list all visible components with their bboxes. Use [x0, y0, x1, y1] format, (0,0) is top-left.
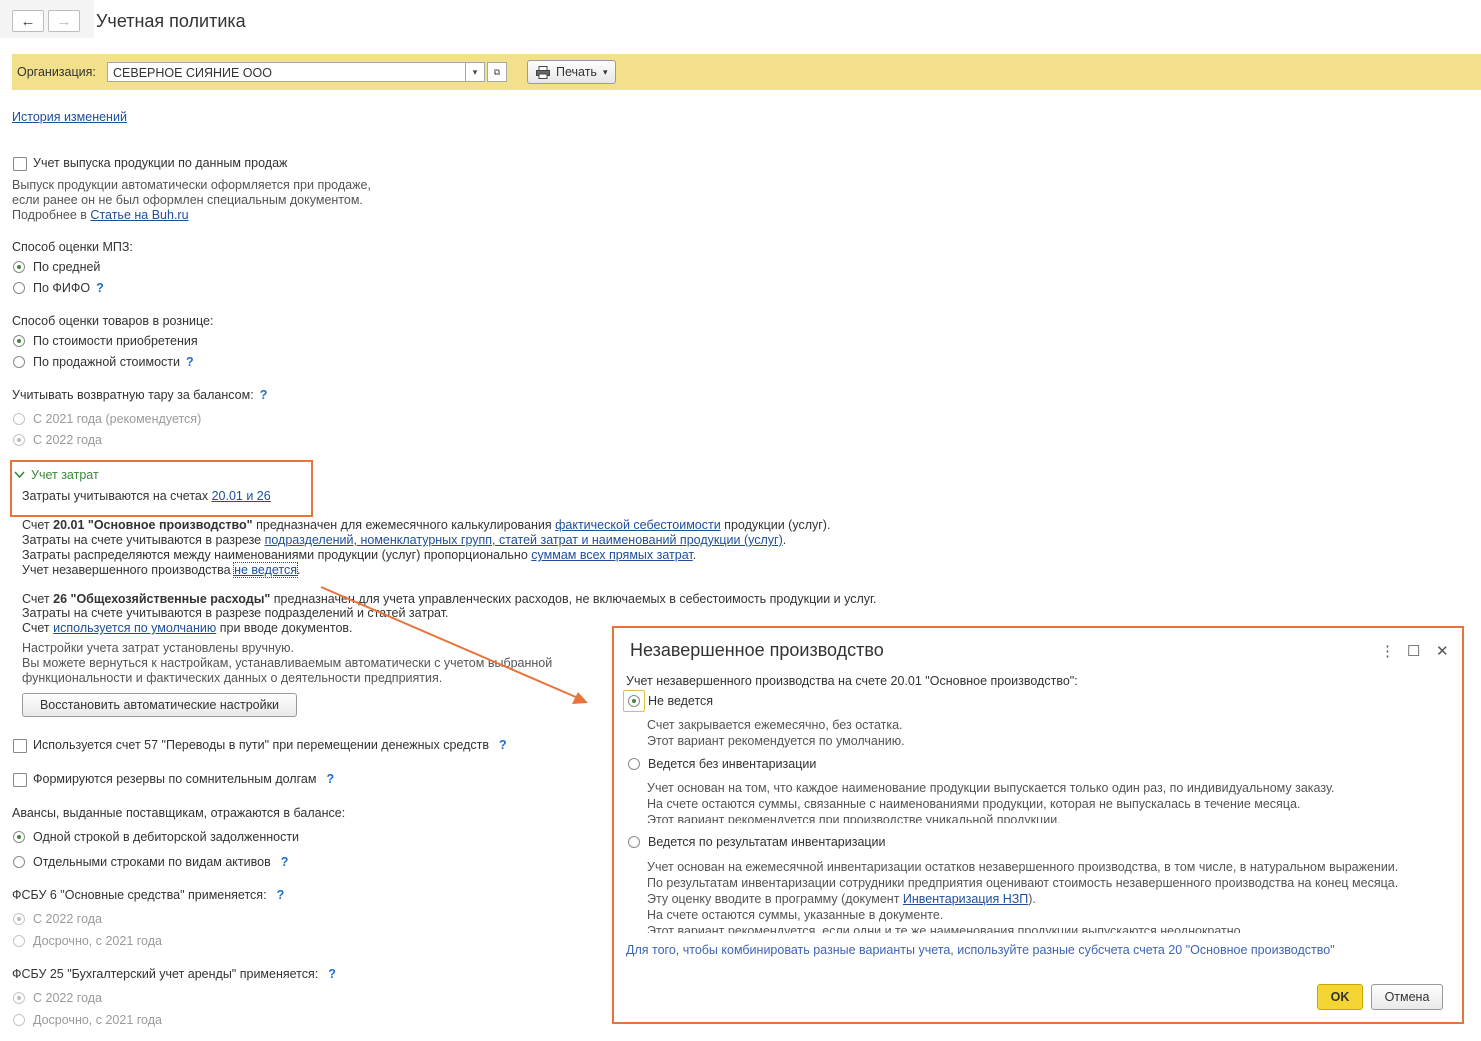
close-icon[interactable]: ✕: [1436, 642, 1449, 660]
option-desc: На счете остаются суммы, указанные в док…: [647, 908, 944, 922]
wip-no-inventory-label: Ведется без инвентаризации: [648, 757, 817, 771]
option-desc: Этот вариант рекомендуется, если одни и …: [647, 924, 1245, 933]
footer-note: Для того, чтобы комбинировать разные вар…: [626, 943, 1335, 957]
maximize-icon[interactable]: ☐: [1407, 642, 1420, 660]
wip-inventory-radio[interactable]: [628, 836, 640, 848]
ok-button[interactable]: OK: [1317, 984, 1363, 1010]
option-desc: Этот вариант рекомендуется при производс…: [647, 813, 1061, 823]
dialog-prompt: Учет незавершенного производства на счет…: [626, 674, 1078, 688]
option-desc: Счет закрывается ежемесячно, без остатка…: [647, 718, 903, 732]
option-desc: Эту оценку вводите в программу (документ…: [647, 892, 1036, 906]
option-desc: На счете остаются суммы, связанные с наи…: [647, 797, 1301, 811]
wip-not-kept-radio[interactable]: [628, 695, 640, 707]
option-desc: По результатам инвентаризации сотрудники…: [647, 876, 1399, 890]
more-icon[interactable]: ⋮: [1380, 642, 1395, 660]
cancel-label: Отмена: [1384, 990, 1430, 1004]
wip-not-kept-label: Не ведется: [648, 694, 714, 708]
wip-inventory-label: Ведется по результатам инвентаризации: [648, 835, 886, 849]
wip-inventory-doc-link[interactable]: Инвентаризация НЗП: [903, 892, 1028, 906]
dialog-title: Незавершенное производство: [630, 640, 884, 660]
wip-no-inventory-radio[interactable]: [628, 758, 640, 770]
ok-label: OK: [1330, 990, 1350, 1004]
text: Эту оценку вводите в программу (документ: [647, 892, 903, 906]
option-desc: Учет основан на том, что каждое наименов…: [647, 781, 1335, 795]
cancel-button[interactable]: Отмена: [1371, 984, 1443, 1010]
option-desc: Учет основан на ежемесячной инвентаризац…: [647, 860, 1399, 874]
wip-dialog: Незавершенное производство ⋮ ☐ ✕ Учет не…: [612, 626, 1464, 1024]
option-desc: Этот вариант рекомендуется по умолчанию.: [647, 734, 905, 748]
text: ).: [1028, 892, 1036, 906]
